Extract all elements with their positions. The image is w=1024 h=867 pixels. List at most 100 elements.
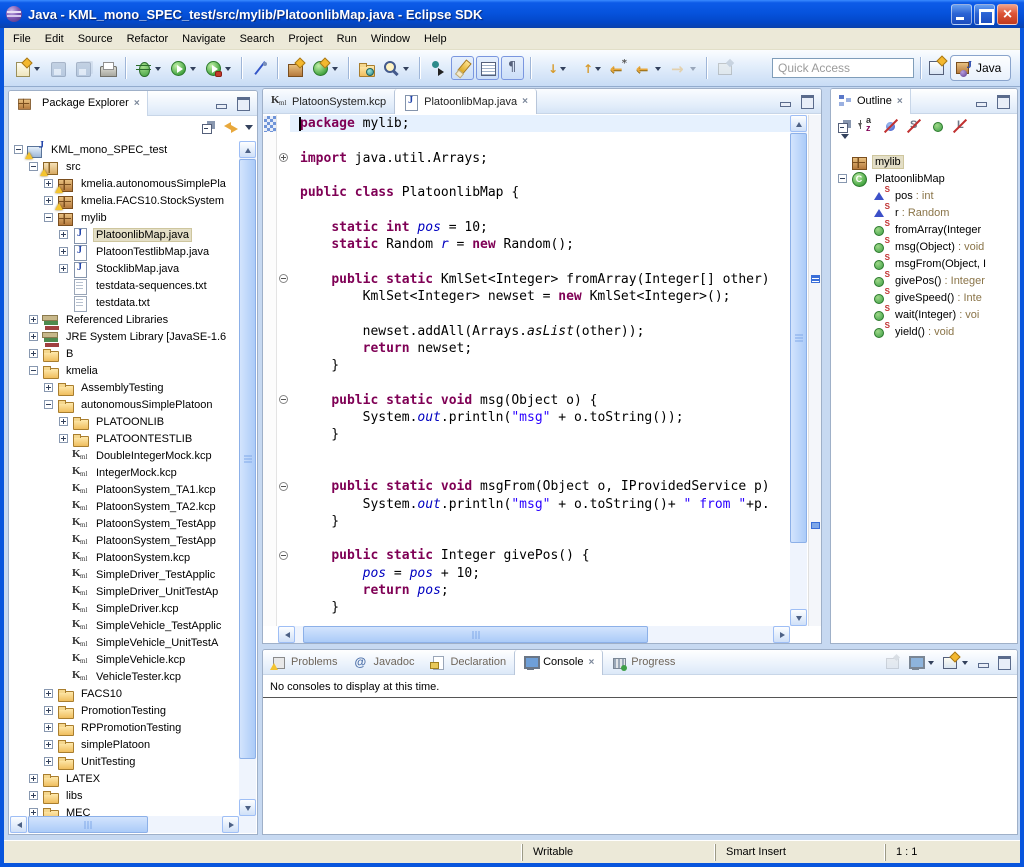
show-whitespace-button[interactable] [501,56,524,80]
tree-item[interactable]: PlatoonSystem.kcp [10,549,239,566]
code-line[interactable] [290,132,791,149]
search-button[interactable] [380,56,413,80]
back-button[interactable] [632,56,665,80]
tree-expander-icon[interactable] [44,400,53,409]
tree-expander-icon[interactable] [29,808,38,816]
tree-item[interactable]: SimpleVehicle.kcp [10,651,239,668]
editor-vscrollbar[interactable] [790,115,807,626]
mark-occurrences-button[interactable] [451,56,474,80]
outline-item[interactable]: SgiveSpeed() : Inte [832,289,1016,306]
outline-item[interactable]: SgivePos() : Integer [832,272,1016,289]
new-java-project-button[interactable] [284,56,307,80]
tree-expander-icon[interactable] [59,247,68,256]
tree-item[interactable]: testdata.txt [10,294,239,311]
collapse-all-icon[interactable] [201,119,217,135]
scroll-right-arrow[interactable] [222,816,239,833]
outline-tab[interactable]: Outline × [831,89,911,114]
open-perspective-button[interactable] [928,59,945,81]
tree-item[interactable]: PlatoonSystem_TA2.kcp [10,498,239,515]
code-line[interactable]: public static void msgFrom(Object o, IPr… [290,478,791,495]
tree-item[interactable]: SimpleDriver_TestApplic [10,566,239,583]
tree-item[interactable]: PLATOONLIB [10,413,239,430]
tree-expander-icon[interactable] [59,434,68,443]
tree-expander-icon[interactable] [29,162,38,171]
menu-project[interactable]: Project [281,30,329,48]
outline-item[interactable]: Smsg(Object) : void [832,238,1016,255]
code-line[interactable] [290,201,791,218]
hide-non-public-members-icon[interactable] [929,118,945,134]
java-perspective-button[interactable]: Java [950,55,1011,81]
tree-expander-icon[interactable] [44,196,53,205]
scroll-up-arrow[interactable] [790,115,807,132]
hscroll-thumb[interactable] [28,816,148,833]
tree-item[interactable]: SimpleDriver_UnitTestAp [10,583,239,600]
print-button[interactable] [96,56,119,80]
tree-expander-icon[interactable] [44,179,53,188]
tree-expander-icon[interactable] [29,774,38,783]
open-console-button[interactable] [942,654,969,671]
outline-item[interactable]: mylib [832,153,1016,170]
vscroll-thumb[interactable] [790,133,807,543]
vscroll-thumb[interactable] [239,159,256,759]
console-tab-javadoc[interactable]: Javadoc [345,650,422,675]
code-line[interactable]: import java.util.Arrays; [290,150,791,167]
tree-expander-icon[interactable] [14,145,23,154]
scroll-up-arrow[interactable] [239,141,256,158]
code-line[interactable]: System.out.println("msg" + o.toString()+… [290,496,791,513]
tree-expander-icon[interactable] [29,315,38,324]
minimize-view-button[interactable] [214,97,228,109]
code-line[interactable] [290,374,791,391]
tree-item[interactable]: StocklibMap.java [10,260,239,277]
scroll-down-arrow[interactable] [239,799,256,816]
editor-tab-platoonsystem-kcp[interactable]: PlatoonSystem.kcp [263,89,394,114]
code-line[interactable]: package mylib; [290,115,791,132]
tree-expander-icon[interactable] [29,332,38,341]
close-tab-icon[interactable]: × [588,657,594,668]
code-line[interactable]: public class PlatoonlibMap { [290,184,791,201]
tree-item[interactable]: mylib [10,209,239,226]
tree-item[interactable]: src [10,158,239,175]
menu-run[interactable]: Run [330,30,364,48]
editor-hscrollbar[interactable] [278,626,790,643]
back-to-last-edit-button[interactable] [607,56,630,80]
tree-expander-icon[interactable] [44,383,53,392]
tree-item[interactable]: Referenced Libraries [10,311,239,328]
code-line[interactable]: } [290,426,791,443]
code-line[interactable]: System.out.println("msg" + o.toString())… [290,409,791,426]
tree-item[interactable]: PlatoonTestlibMap.java [10,243,239,260]
code-line[interactable]: newset.addAll(Arrays.asList(other)); [290,323,791,340]
window-close-button[interactable] [997,4,1018,25]
editor-body[interactable]: package mylib; import java.util.Arrays; pu… [263,115,821,626]
menu-source[interactable]: Source [71,30,120,48]
minimize-view-button[interactable] [974,95,988,107]
code-line[interactable] [290,530,791,547]
code-line[interactable]: KmlSet<Integer> newset = new KmlSet<Inte… [290,288,791,305]
tree-item[interactable]: B [10,345,239,362]
tree-item[interactable]: RPPromotionTesting [10,719,239,736]
open-task-button[interactable] [426,56,449,80]
next-edit-location-button[interactable] [572,56,605,80]
menu-refactor[interactable]: Refactor [120,30,176,48]
window-minimize-button[interactable] [951,4,972,25]
tree-item[interactable]: IntegerMock.kcp [10,464,239,481]
sort-icon[interactable] [860,118,876,134]
run-button[interactable] [167,56,200,80]
fold-collapse-icon[interactable] [279,395,288,404]
code-line[interactable] [290,461,791,478]
close-view-icon[interactable]: × [897,96,903,107]
console-tab-progress[interactable]: Progress [603,650,683,675]
tree-expander-icon[interactable] [44,740,53,749]
menu-help[interactable]: Help [417,30,454,48]
tree-expander-icon[interactable] [838,174,847,183]
scroll-left-arrow[interactable] [10,816,27,833]
code-area[interactable]: package mylib; import java.util.Arrays; pu… [290,115,791,626]
tree-item[interactable]: MEC [10,804,239,816]
code-line[interactable]: } [290,357,791,374]
menu-window[interactable]: Window [364,30,417,48]
maximize-view-button[interactable] [236,97,250,109]
close-view-icon[interactable]: × [134,98,140,109]
fold-expand-icon[interactable] [279,153,288,162]
outline-item[interactable]: Sr : Random [832,204,1016,221]
menu-file[interactable]: File [6,30,38,48]
minimize-view-button[interactable] [976,656,990,668]
